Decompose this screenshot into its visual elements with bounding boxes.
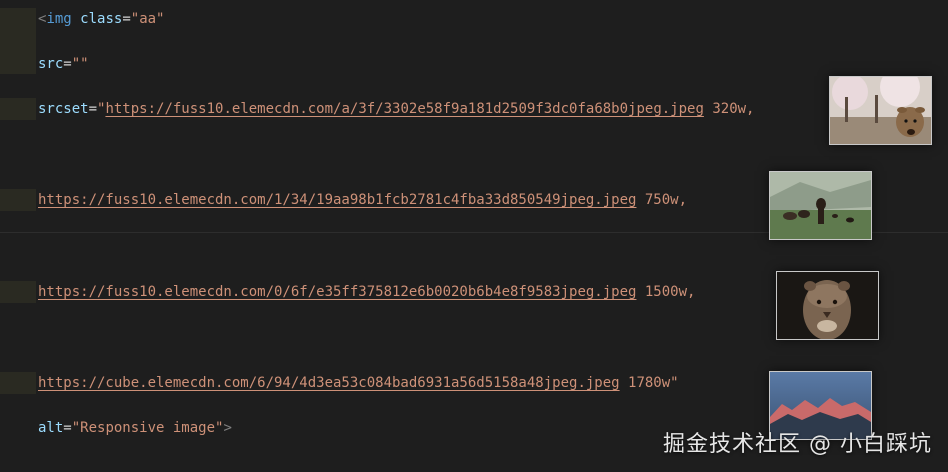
equals: = <box>122 11 131 27</box>
code-line-alt[interactable]: alt="Responsive image"> <box>38 417 232 439</box>
watermark-text: 掘金技术社区 @ 小白踩坑 <box>663 432 932 457</box>
code-line-srcset-750[interactable]: https://fuss10.elemecdn.com/1/34/19aa98b… <box>38 189 687 211</box>
image-preview-lioness <box>776 271 879 340</box>
attr-alt-value: "Responsive image" <box>71 420 224 436</box>
srcset-descriptor-320: 320w, <box>703 101 755 117</box>
line-gutter-highlight <box>0 8 36 74</box>
srcset-descriptor-750: 750w, <box>636 192 688 208</box>
srcset-url-750[interactable]: https://fuss10.elemecdn.com/1/34/19aa98b… <box>38 192 636 208</box>
tag-name: img <box>46 11 72 27</box>
equals: = <box>88 101 98 117</box>
srcset-descriptor-1500: 1500w, <box>636 284 696 300</box>
line-gutter-highlight <box>0 189 36 211</box>
attr-srcset: srcset <box>38 101 89 117</box>
attr-src: src <box>38 56 64 72</box>
code-line-srcset-1780[interactable]: https://cube.elemecdn.com/6/94/4d3ea53c0… <box>38 372 679 394</box>
attr-src-value: "" <box>71 56 89 72</box>
tag-close-bracket: > <box>223 420 232 436</box>
equals: = <box>63 420 72 436</box>
code-line-srcset-1500[interactable]: https://fuss10.elemecdn.com/0/6f/e35ff37… <box>38 281 695 303</box>
srcset-url-320[interactable]: https://fuss10.elemecdn.com/a/3f/3302e58… <box>105 101 703 117</box>
code-line-img-open[interactable]: <img class="aa" <box>38 8 164 30</box>
srcset-url-1780[interactable]: https://cube.elemecdn.com/6/94/4d3ea53c0… <box>38 375 620 391</box>
srcset-url-1500[interactable]: https://fuss10.elemecdn.com/0/6f/e35ff37… <box>38 284 636 300</box>
line-gutter-highlight <box>0 98 36 120</box>
equals: = <box>63 56 72 72</box>
attr-class-value: "aa" <box>130 11 165 27</box>
line-gutter-highlight <box>0 281 36 303</box>
image-preview-horses <box>769 171 872 240</box>
attr-class: class <box>80 11 123 27</box>
line-gutter-highlight <box>0 372 36 394</box>
code-line-src[interactable]: src="" <box>38 53 89 75</box>
attr-alt: alt <box>38 420 64 436</box>
srcset-descriptor-1780: 1780w" <box>619 375 679 391</box>
code-line-srcset[interactable]: srcset="https://fuss10.elemecdn.com/a/3f… <box>38 98 754 120</box>
image-preview-deer <box>829 76 932 145</box>
